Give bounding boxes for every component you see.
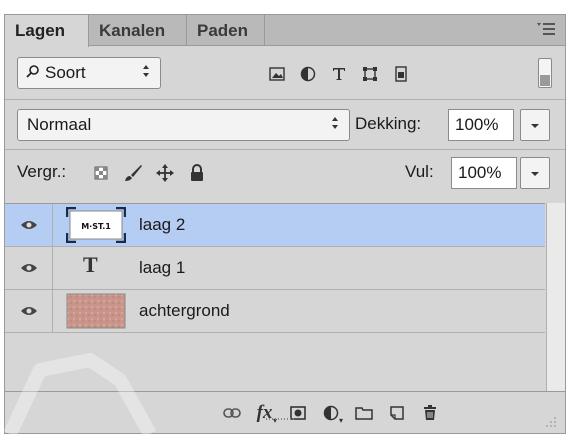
- panel-resize-handle[interactable]: [266, 418, 296, 420]
- visibility-eye-icon[interactable]: [5, 204, 53, 246]
- type-filter-icon[interactable]: [323, 61, 354, 87]
- new-layer-icon[interactable]: [380, 400, 413, 426]
- lock-label: Vergr.:: [17, 162, 67, 181]
- filter-kind-label: Soort: [45, 63, 86, 82]
- layers-panel: Lagen Kanalen Paden Soort Normaal Dekkin…: [4, 14, 566, 434]
- layer-name[interactable]: achtergrond: [139, 301, 230, 321]
- fill-label: Vul:: [405, 162, 434, 181]
- layer-row[interactable]: M·ST.1 laag 2: [5, 204, 545, 247]
- tab-bar: Lagen Kanalen Paden: [5, 15, 565, 47]
- panel-footer: fx ▾ ▾: [5, 391, 565, 433]
- visibility-eye-icon[interactable]: [5, 247, 53, 289]
- tab-kanalen[interactable]: Kanalen: [89, 15, 187, 46]
- divider: [5, 99, 565, 100]
- layers-scrollbar[interactable]: [546, 203, 565, 391]
- link-icon[interactable]: [215, 400, 248, 426]
- layer-name[interactable]: laag 2: [139, 215, 185, 235]
- filter-kind-select[interactable]: Soort: [17, 57, 161, 89]
- filter-icons: [261, 61, 416, 87]
- opacity-input[interactable]: 100%: [448, 109, 514, 141]
- layer-name[interactable]: laag 1: [139, 258, 185, 278]
- tab-lagen[interactable]: Lagen: [5, 15, 89, 47]
- folder-icon[interactable]: [347, 400, 380, 426]
- opacity-dropdown-button[interactable]: [520, 109, 550, 141]
- layer-row[interactable]: T laag 1: [5, 247, 545, 290]
- adjustment-icon[interactable]: ▾: [314, 400, 347, 426]
- opacity-label: Dekking:: [355, 114, 422, 133]
- lock-transparent-icon[interactable]: [85, 158, 117, 188]
- layer-row[interactable]: achtergrond: [5, 290, 545, 333]
- fill-input[interactable]: 100%: [451, 157, 517, 189]
- smart-object-thumbnail[interactable]: M·ST.1: [65, 206, 127, 244]
- filter-toggle-switch[interactable]: [538, 58, 552, 88]
- footer-icons: fx ▾ ▾: [215, 400, 446, 426]
- type-layer-glyph[interactable]: T: [83, 252, 98, 278]
- smart-object-filter-icon[interactable]: [385, 61, 416, 87]
- mask-icon[interactable]: [281, 400, 314, 426]
- fx-icon[interactable]: fx ▾: [248, 400, 281, 426]
- updown-arrow-icon: [142, 64, 150, 81]
- divider: [5, 149, 565, 150]
- fx-label: fx: [256, 402, 273, 423]
- adjustment-filter-icon[interactable]: [292, 61, 323, 87]
- search-icon: [26, 64, 40, 82]
- updown-arrow-icon: [331, 116, 339, 133]
- blend-mode-value: Normaal: [27, 115, 92, 134]
- panel-menu-icon[interactable]: [537, 21, 555, 37]
- trash-icon[interactable]: [413, 400, 446, 426]
- lock-all-icon[interactable]: [181, 158, 213, 188]
- layers-list: M·ST.1 laag 2 T laag 1 achtergrond: [5, 203, 545, 391]
- chevron-down-icon: [530, 118, 540, 132]
- texture-thumbnail[interactable]: [66, 293, 126, 329]
- lock-icons: [85, 158, 213, 188]
- lock-paint-icon[interactable]: [117, 158, 149, 188]
- chevron-down-icon: [530, 166, 540, 180]
- lock-position-icon[interactable]: [149, 158, 181, 188]
- thumbnail-text: M·ST.1: [81, 222, 111, 231]
- tab-paden[interactable]: Paden: [187, 15, 265, 46]
- resize-grip-icon[interactable]: [545, 415, 557, 427]
- fill-dropdown-button[interactable]: [520, 157, 550, 189]
- window-edge-fragment: [0, 0, 566, 14]
- image-filter-icon[interactable]: [261, 61, 292, 87]
- blend-mode-select[interactable]: Normaal: [17, 109, 350, 141]
- visibility-eye-icon[interactable]: [5, 290, 53, 332]
- shape-filter-icon[interactable]: [354, 61, 385, 87]
